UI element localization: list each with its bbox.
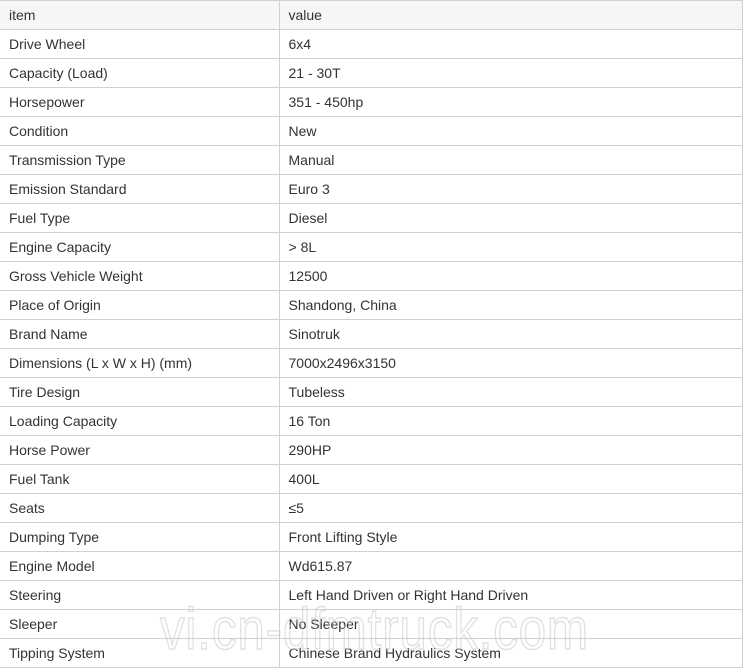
row-value: Manual [278,145,743,175]
row-value: Left Hand Driven or Right Hand Driven [278,580,743,610]
table-row: Tipping System Chinese Brand Hydraulics S… [0,638,743,668]
row-value: Euro 3 [278,174,743,204]
row-item-label: Horse Power [0,435,280,465]
row-value: > 8L [278,232,743,262]
row-value: Diesel [278,203,743,233]
table-header-row: item value [0,0,743,30]
row-item-label: Engine Capacity [0,232,280,262]
row-value: Shandong, China [278,290,743,320]
table-row: Gross Vehicle Weight 12500 [0,261,743,291]
row-value: 12500 [278,261,743,291]
row-value: Chinese Brand Hydraulics System [278,638,743,668]
table-row: Steering Left Hand Driven or Right Hand D… [0,580,743,610]
row-item-label: Place of Origin [0,290,280,320]
table-row: Horsepower 351 - 450hp [0,87,743,117]
row-item-label: Dumping Type [0,522,280,552]
row-item-label: Emission Standard [0,174,280,204]
row-value: 351 - 450hp [278,87,743,117]
row-value: Sinotruk [278,319,743,349]
row-item-label: Gross Vehicle Weight [0,261,280,291]
row-item-label: Capacity (Load) [0,58,280,88]
table-row: Loading Capacity 16 Ton [0,406,743,436]
table-row: Engine Model Wd615.87 [0,551,743,581]
row-item-label: Sleeper [0,609,280,639]
table-row: Engine Capacity > 8L [0,232,743,262]
table-row: Tire Design Tubeless [0,377,743,407]
spec-table: item value Drive Wheel 6x4 Capacity (Load)… [0,0,743,668]
row-value: Front Lifting Style [278,522,743,552]
row-item-label: Seats [0,493,280,523]
row-item-label: Drive Wheel [0,29,280,59]
row-value: 6x4 [278,29,743,59]
row-item-label: Horsepower [0,87,280,117]
header-value: value [278,0,743,30]
table-body: Drive Wheel 6x4 Capacity (Load) 21 - 30T Hor… [0,29,743,668]
table-row: Fuel Type Diesel [0,203,743,233]
row-value: 400L [278,464,743,494]
row-item-label: Fuel Type [0,203,280,233]
row-value: 290HP [278,435,743,465]
table-row: Dumping Type Front Lifting Style [0,522,743,552]
row-value: 16 Ton [278,406,743,436]
table-row: Drive Wheel 6x4 [0,29,743,59]
row-item-label: Condition [0,116,280,146]
table-row: Fuel Tank 400L [0,464,743,494]
row-item-label: Dimensions (L x W x H) (mm) [0,348,280,378]
row-value: Tubeless [278,377,743,407]
table-row: Sleeper No Sleeper [0,609,743,639]
table-row: Dimensions (L x W x H) (mm) 7000x2496x315… [0,348,743,378]
table-row: Capacity (Load) 21 - 30T [0,58,743,88]
row-value: 21 - 30T [278,58,743,88]
table-row: Horse Power 290HP [0,435,743,465]
row-value: 7000x2496x3150 [278,348,743,378]
row-item-label: Brand Name [0,319,280,349]
row-value: New [278,116,743,146]
row-item-label: Fuel Tank [0,464,280,494]
row-item-label: Tipping System [0,638,280,668]
row-item-label: Steering [0,580,280,610]
table-row: Brand Name Sinotruk [0,319,743,349]
table-row: Condition New [0,116,743,146]
row-item-label: Engine Model [0,551,280,581]
row-value: ≤5 [278,493,743,523]
row-item-label: Transmission Type [0,145,280,175]
row-item-label: Loading Capacity [0,406,280,436]
row-item-label: Tire Design [0,377,280,407]
table-row: Transmission Type Manual [0,145,743,175]
row-value: No Sleeper [278,609,743,639]
header-item: item [0,0,280,30]
table-row: Seats ≤5 [0,493,743,523]
table-row: Emission Standard Euro 3 [0,174,743,204]
row-value: Wd615.87 [278,551,743,581]
table-row: Place of Origin Shandong, China [0,290,743,320]
